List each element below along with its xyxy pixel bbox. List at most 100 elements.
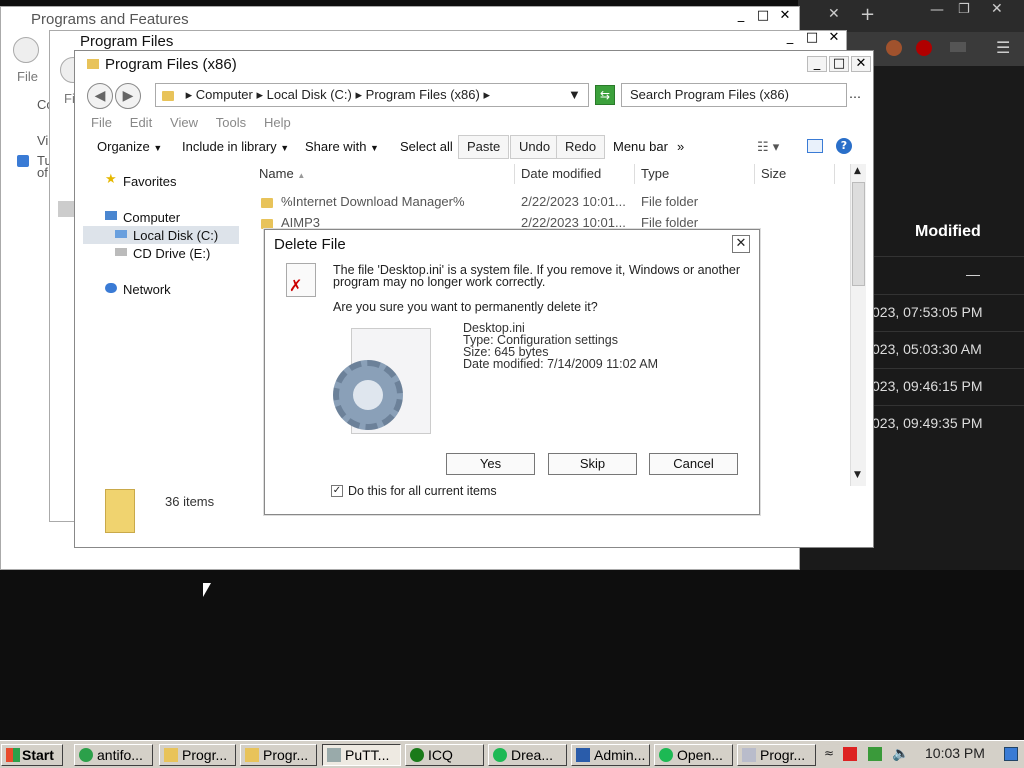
minimize-icon[interactable]: —: [930, 2, 944, 18]
scrollbar-thumb[interactable]: [852, 182, 865, 286]
close-icon[interactable]: ✕: [732, 235, 750, 253]
breadcrumb-arrow-icon[interactable]: ▸: [186, 87, 193, 102]
scroll-down-icon[interactable]: ▼: [854, 470, 861, 480]
extension-icon[interactable]: [950, 42, 966, 52]
flag-icon[interactable]: [843, 747, 857, 761]
more-commands-icon[interactable]: »: [677, 136, 684, 158]
column-header-modified[interactable]: Modified: [915, 223, 981, 241]
column-header-name[interactable]: Name ▲: [253, 164, 515, 184]
menu-icon[interactable]: ☰: [996, 38, 1010, 57]
taskbar-item-putty[interactable]: PuTT...: [322, 744, 401, 766]
share-label: Share with: [305, 139, 367, 154]
taskbar-item-progr[interactable]: Progr...: [240, 744, 317, 766]
delete-file-dialog[interactable]: Delete File ✕ ✗ The file 'Desktop.ini' i…: [264, 229, 760, 515]
skip-button[interactable]: Skip: [548, 453, 637, 475]
vertical-scrollbar[interactable]: ▲ ▼: [850, 164, 866, 486]
taskbar-item-icq[interactable]: ICQ: [405, 744, 484, 766]
breadcrumb-arrow-icon[interactable]: ▸: [256, 87, 263, 102]
refresh-icon[interactable]: ⇆: [595, 85, 615, 105]
taskbar-item-progr[interactable]: Progr...: [159, 744, 236, 766]
menu-edit[interactable]: Edit: [130, 115, 152, 130]
task-label: ICQ: [428, 747, 453, 763]
avatar-icon[interactable]: [886, 40, 902, 56]
breadcrumb-computer[interactable]: Computer: [196, 87, 253, 102]
taskbar-item-admin[interactable]: Admin...: [571, 744, 650, 766]
clock[interactable]: 10:03 PM: [925, 745, 985, 761]
redo-button[interactable]: Redo: [556, 135, 606, 159]
minimize-icon[interactable]: _: [780, 31, 800, 47]
table-row[interactable]: %Internet Download Manager% 2/22/2023 10…: [261, 192, 841, 212]
column-header-size[interactable]: Size: [755, 164, 835, 184]
taskbar-item-antifo[interactable]: antifo...: [74, 744, 153, 766]
close-icon[interactable]: ✕: [851, 56, 871, 72]
putty-icon: [327, 748, 341, 762]
side-link[interactable]: of: [37, 165, 48, 180]
include-in-library-button[interactable]: Include in library ▼: [182, 136, 289, 158]
select-all-button[interactable]: Select all: [400, 136, 453, 158]
task-label: Progr...: [760, 747, 806, 763]
forward-arrow-icon[interactable]: ▶: [115, 83, 141, 109]
breadcrumb-arrow-icon[interactable]: ▸: [356, 87, 363, 102]
address-bar[interactable]: ▸ Computer ▸ Local Disk (C:) ▸ Program F…: [155, 83, 589, 107]
maximize-icon[interactable]: □: [802, 31, 822, 47]
nav-cd-drive[interactable]: CD Drive (E:): [133, 246, 210, 261]
ublock-icon[interactable]: [916, 40, 932, 56]
volume-icon[interactable]: 🔈: [892, 746, 909, 762]
nav-favorites[interactable]: Favorites: [123, 174, 176, 189]
nav-network[interactable]: Network: [123, 282, 171, 297]
undo-button[interactable]: Undo: [510, 135, 560, 159]
menu-tools[interactable]: Tools: [216, 115, 246, 130]
menu-bar-button[interactable]: Menu bar: [613, 136, 668, 158]
tray-expand-icon[interactable]: ≈: [824, 746, 834, 760]
nav-computer[interactable]: Computer: [123, 210, 180, 225]
minimize-icon[interactable]: _: [807, 56, 827, 72]
scroll-up-icon[interactable]: ▲: [854, 166, 861, 176]
breadcrumb-local-disk[interactable]: Local Disk (C:): [267, 87, 352, 102]
yes-button[interactable]: Yes: [446, 453, 535, 475]
network-tray-icon[interactable]: [868, 747, 882, 761]
back-arrow-icon[interactable]: [13, 37, 39, 63]
start-label: Start: [22, 747, 54, 763]
cancel-button[interactable]: Cancel: [649, 453, 738, 475]
search-input[interactable]: Search Program Files (x86): [621, 83, 847, 107]
close-icon[interactable]: ✕: [824, 31, 844, 47]
show-desktop-icon[interactable]: [1004, 747, 1018, 761]
taskbar-item-open[interactable]: Open...: [654, 744, 733, 766]
taskbar-item-drea[interactable]: Drea...: [488, 744, 567, 766]
breadcrumb-program-files[interactable]: Program Files (x86): [366, 87, 480, 102]
restore-icon[interactable]: ❐: [958, 2, 970, 17]
paste-button[interactable]: Paste: [458, 135, 510, 159]
maximize-icon[interactable]: □: [829, 56, 849, 72]
taskbar-item-progr[interactable]: Progr...: [737, 744, 816, 766]
side-link[interactable]: Vi: [37, 133, 48, 148]
column-header-type[interactable]: Type: [635, 164, 755, 184]
organize-label: Organize: [97, 139, 150, 154]
start-button[interactable]: Start: [1, 744, 63, 766]
share-with-button[interactable]: Share with ▼: [305, 136, 379, 158]
menu-help[interactable]: Help: [264, 115, 291, 130]
menu-file[interactable]: File: [91, 115, 112, 130]
menu-file[interactable]: File: [17, 69, 38, 84]
file-details: Desktop.ini Type: Configuration settings…: [463, 322, 658, 371]
breadcrumb-arrow-icon[interactable]: ▸: [483, 87, 490, 102]
menu-view[interactable]: View: [170, 115, 198, 130]
minimize-icon[interactable]: _: [731, 9, 751, 25]
back-arrow-icon[interactable]: ◀: [87, 83, 113, 109]
new-tab-icon[interactable]: +: [860, 4, 875, 25]
nav-local-disk[interactable]: Local Disk (C:): [133, 228, 218, 243]
dropdown-arrow-icon[interactable]: ▼: [568, 84, 581, 106]
chevron-down-icon: ▼: [370, 143, 379, 153]
close-tab-icon[interactable]: ✕: [828, 6, 840, 22]
preview-pane-icon[interactable]: [807, 139, 823, 153]
column-header-date[interactable]: Date modified: [515, 164, 635, 184]
search-more-icon[interactable]: …: [849, 87, 861, 101]
task-label: Progr...: [182, 747, 228, 763]
organize-button[interactable]: Organize ▼: [97, 136, 162, 158]
apply-all-checkbox[interactable]: ✓: [331, 485, 343, 497]
close-icon[interactable]: ✕: [775, 9, 795, 25]
maximize-icon[interactable]: □: [753, 9, 773, 25]
close-window-icon[interactable]: ✕: [991, 1, 1003, 17]
help-icon[interactable]: ?: [836, 138, 852, 154]
view-options-icon[interactable]: ☷ ▾: [757, 140, 779, 155]
apply-all-label[interactable]: Do this for all current items: [348, 484, 497, 498]
